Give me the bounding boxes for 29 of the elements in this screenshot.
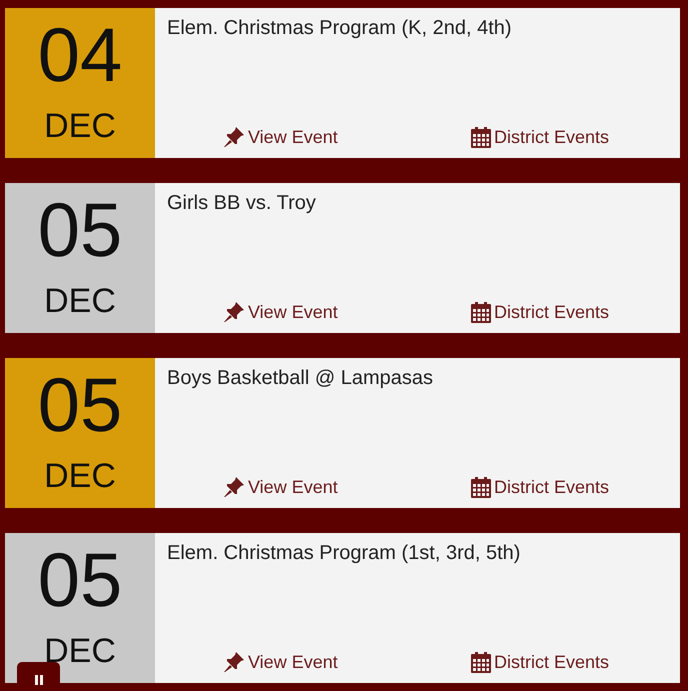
event-title: Boys Basketball @ Lampasas <box>167 366 433 390</box>
event-title: Elem. Christmas Program (1st, 3rd, 5th) <box>167 541 520 565</box>
calendar-icon <box>471 127 491 148</box>
view-event-link[interactable]: View Event <box>223 126 338 148</box>
day-number: 04 <box>38 18 122 94</box>
pushpin-icon <box>223 651 245 673</box>
calendar-icon <box>471 477 491 498</box>
month-label: DEC <box>44 633 116 669</box>
event-title: Elem. Christmas Program (K, 2nd, 4th) <box>167 16 512 40</box>
month-label: DEC <box>44 108 116 144</box>
view-event-link[interactable]: View Event <box>223 476 338 498</box>
day-number: 05 <box>38 368 122 444</box>
district-events-link[interactable]: District Events <box>471 651 610 673</box>
pause-icon <box>34 675 44 685</box>
pushpin-icon <box>223 476 245 498</box>
month-label: DEC <box>44 283 116 319</box>
event-title: Girls BB vs. Troy <box>167 191 316 215</box>
month-label: DEC <box>44 458 116 494</box>
pushpin-icon <box>223 126 245 148</box>
district-events-link[interactable]: District Events <box>471 476 610 498</box>
day-number: 05 <box>38 193 122 269</box>
calendar-icon <box>471 652 491 673</box>
district-events-link[interactable]: District Events <box>471 126 610 148</box>
day-number: 05 <box>38 543 122 619</box>
view-event-link[interactable]: View Event <box>223 301 338 323</box>
calendar-icon <box>471 302 491 323</box>
view-event-link[interactable]: View Event <box>223 651 338 673</box>
pushpin-icon <box>223 301 245 323</box>
district-events-link[interactable]: District Events <box>471 301 610 323</box>
